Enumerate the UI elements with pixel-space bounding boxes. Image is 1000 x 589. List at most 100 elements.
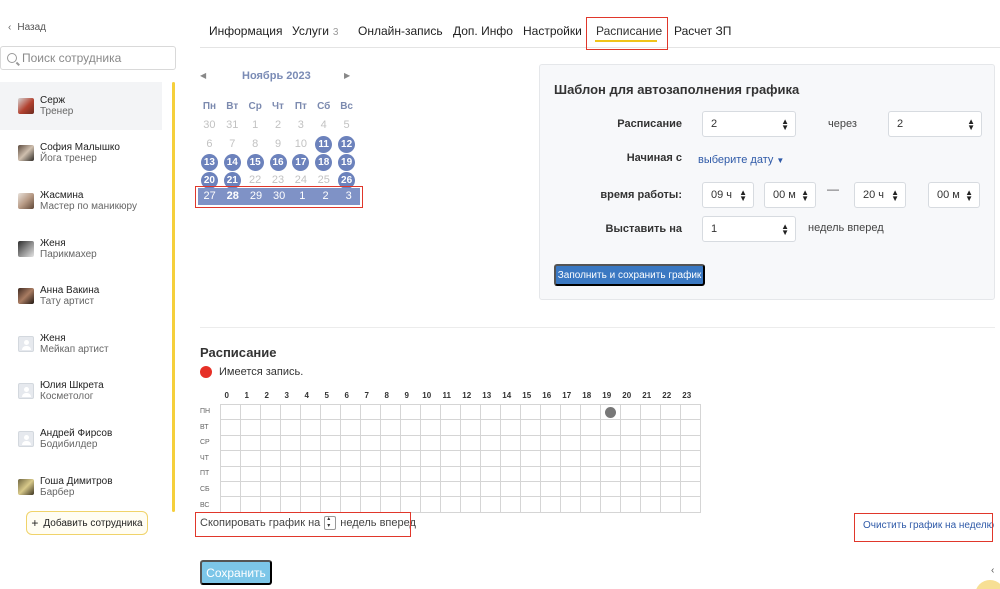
schedule-cell[interactable] <box>481 481 501 498</box>
schedule-cell[interactable] <box>621 405 641 421</box>
schedule-cell[interactable] <box>641 451 661 467</box>
schedule-cell[interactable] <box>261 420 281 436</box>
start-minute-select[interactable]: 00 м ▲ ▼ <box>764 182 816 208</box>
schedule-cell[interactable] <box>381 466 401 482</box>
schedule-cell[interactable] <box>441 420 461 436</box>
schedule-cell[interactable] <box>281 435 301 452</box>
calendar-day-working[interactable]: 20 <box>198 171 221 190</box>
copy-weeks-stepper[interactable] <box>324 515 337 530</box>
schedule-cell[interactable] <box>641 405 661 421</box>
end-hour-select[interactable]: 20 ч ▲ ▼ <box>854 182 906 208</box>
employee-item[interactable]: Анна Вакина Тату артист <box>0 272 162 320</box>
schedule-cell[interactable] <box>321 405 341 421</box>
schedule-cell[interactable] <box>301 405 321 421</box>
calendar-day[interactable]: 2 <box>267 116 290 134</box>
schedule-cell[interactable] <box>241 481 261 498</box>
schedule-cell[interactable] <box>261 497 281 513</box>
schedule-cell[interactable] <box>401 451 421 467</box>
employee-item[interactable]: Андрей Фирсов Бодибилдер <box>0 415 162 463</box>
clear-week-link[interactable]: Очистить график на неделю <box>863 520 994 531</box>
schedule-cell[interactable] <box>541 481 561 498</box>
schedule-cell[interactable] <box>261 405 281 421</box>
schedule-cell[interactable] <box>621 497 641 513</box>
schedule-cell[interactable] <box>581 466 601 482</box>
schedule-cell[interactable] <box>241 405 261 421</box>
schedule-cell[interactable] <box>521 497 541 513</box>
schedule-cell[interactable] <box>621 451 641 467</box>
schedule-cell[interactable] <box>401 420 421 436</box>
schedule-cell[interactable] <box>581 497 601 513</box>
schedule-cell[interactable] <box>241 435 261 452</box>
calendar-day[interactable]: 25 <box>312 171 335 189</box>
schedule-cell[interactable] <box>281 481 301 498</box>
schedule-cell[interactable] <box>241 420 261 436</box>
calendar-day[interactable]: 27 <box>198 188 221 205</box>
schedule-cell[interactable] <box>401 497 421 513</box>
calendar-day[interactable]: 30 <box>198 116 221 134</box>
end-minute-select[interactable]: 00 м ▲ ▼ <box>928 182 980 208</box>
schedule-cell[interactable] <box>261 435 281 452</box>
schedule-cell[interactable] <box>461 435 481 452</box>
schedule-cell[interactable] <box>581 405 601 421</box>
schedule-cell[interactable] <box>221 497 241 513</box>
schedule-cell[interactable] <box>461 405 481 421</box>
schedule-cell[interactable] <box>561 466 581 482</box>
schedule-cell[interactable] <box>441 481 461 498</box>
schedule-cell[interactable] <box>541 497 561 513</box>
schedule-cell[interactable] <box>221 435 241 452</box>
schedule-cell[interactable] <box>661 451 681 467</box>
fill-and-save-button[interactable]: Заполнить и сохранить график <box>554 264 705 286</box>
schedule-cell[interactable] <box>521 481 541 498</box>
schedule-cell[interactable] <box>661 420 681 436</box>
schedule-cell[interactable] <box>661 481 681 498</box>
schedule-cell[interactable] <box>601 481 621 498</box>
schedule-cell[interactable] <box>621 481 641 498</box>
schedule-cell[interactable] <box>481 420 501 436</box>
employee-item[interactable]: Юлия Шкрета Косметолог <box>0 368 162 416</box>
employee-item[interactable]: Женя Парикмахер <box>0 225 162 273</box>
schedule-cell[interactable] <box>381 497 401 513</box>
schedule-cell[interactable] <box>681 420 701 436</box>
schedule-cell[interactable] <box>301 497 321 513</box>
schedule-cell[interactable] <box>241 466 261 482</box>
tab-salary[interactable]: Расчет ЗП <box>674 24 731 38</box>
calendar-day-working[interactable]: 16 <box>267 153 290 172</box>
schedule-cell[interactable] <box>601 435 621 452</box>
schedule-cell[interactable] <box>641 435 661 452</box>
schedule-cell[interactable] <box>501 420 521 436</box>
schedule-cell[interactable] <box>421 405 441 421</box>
schedule-cell[interactable] <box>681 405 701 421</box>
schedule-cell[interactable] <box>661 466 681 482</box>
schedule-cell[interactable] <box>661 497 681 513</box>
schedule-cell[interactable] <box>521 466 541 482</box>
schedule-cell[interactable] <box>601 451 621 467</box>
schedule-cell[interactable] <box>301 451 321 467</box>
calendar-day-working[interactable]: 15 <box>244 153 267 172</box>
schedule-cell[interactable] <box>381 420 401 436</box>
schedule-cell[interactable] <box>461 420 481 436</box>
schedule-cell[interactable] <box>381 481 401 498</box>
schedule-cell[interactable] <box>281 451 301 467</box>
calendar-day-today[interactable]: 28 <box>221 188 244 205</box>
schedule-cell[interactable] <box>321 420 341 436</box>
schedule-cell[interactable] <box>561 451 581 467</box>
start-hour-select[interactable]: 09 ч ▲ ▼ <box>702 182 754 208</box>
tab-schedule[interactable]: Расписание <box>596 24 662 38</box>
calendar-day[interactable]: 29 <box>244 188 267 205</box>
schedule-cell[interactable] <box>601 420 621 436</box>
schedule-cell[interactable] <box>461 466 481 482</box>
schedule-cell[interactable] <box>481 435 501 452</box>
schedule-cell[interactable] <box>541 435 561 452</box>
schedule-cell[interactable] <box>381 451 401 467</box>
next-month-icon[interactable]: ▶ <box>344 71 350 80</box>
calendar-day[interactable]: 6 <box>198 135 221 153</box>
prev-month-icon[interactable]: ◀ <box>200 71 206 80</box>
calendar-day-working[interactable]: 12 <box>335 135 358 153</box>
schedule-cell[interactable] <box>641 497 661 513</box>
schedule-cell[interactable] <box>481 497 501 513</box>
schedule-cell[interactable] <box>641 420 661 436</box>
calendar-day-working[interactable]: 13 <box>198 153 221 172</box>
calendar-day[interactable]: 31 <box>221 116 244 134</box>
schedule-cell[interactable] <box>281 405 301 421</box>
schedule-cell[interactable] <box>361 405 381 421</box>
